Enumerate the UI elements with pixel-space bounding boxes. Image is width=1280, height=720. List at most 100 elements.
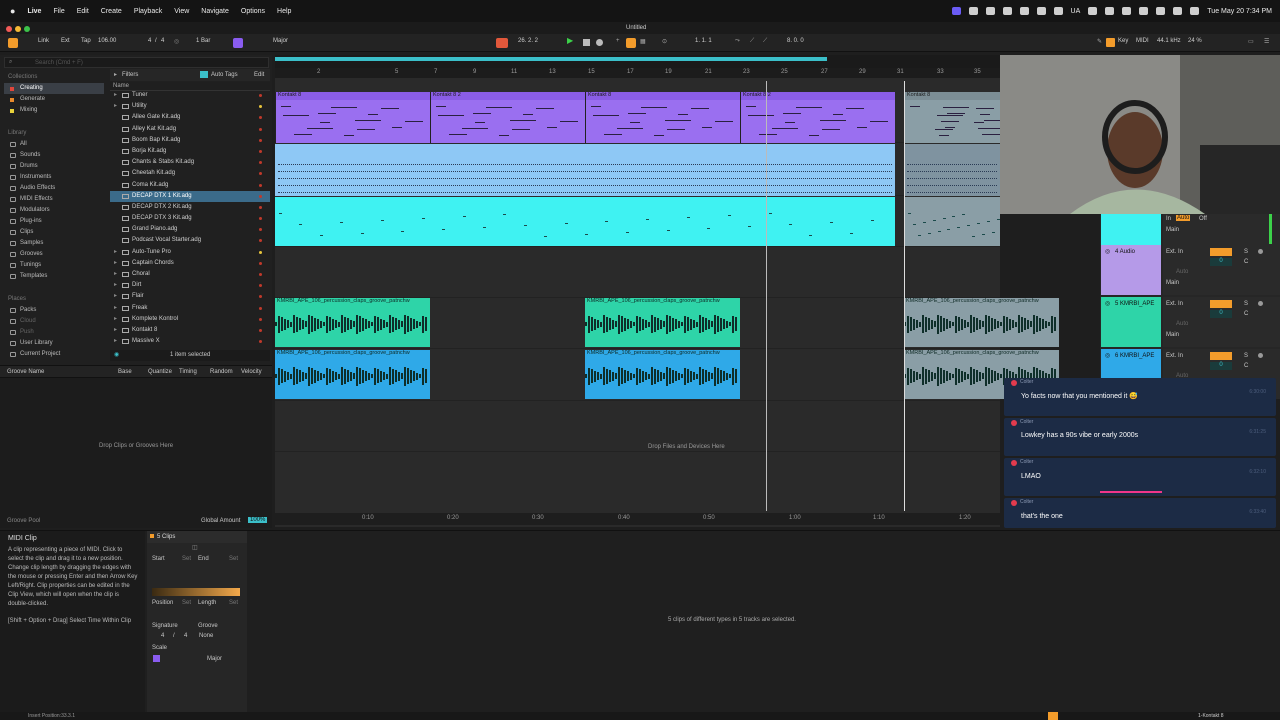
place-cloud[interactable]: Cloud	[4, 316, 104, 327]
end-set-button[interactable]: Set	[229, 556, 238, 562]
position-set-button[interactable]: Set	[182, 600, 191, 606]
browser-file-item[interactable]: Boom Bap Kit.adg	[110, 135, 270, 146]
length-set-button[interactable]: Set	[229, 600, 238, 606]
fold-icon[interactable]: ◎	[1105, 248, 1110, 255]
session-record-icon[interactable]: ⊙	[662, 38, 667, 45]
audio-clip[interactable]: KMRBI_APE_106_percussion_claps_groove_pa…	[275, 350, 430, 399]
expand-arrow-icon[interactable]: ▸	[114, 101, 117, 112]
menu-help[interactable]: Help	[277, 8, 291, 15]
draw-mode-icon[interactable]: ✎	[1097, 38, 1102, 45]
midi-clip[interactable]	[275, 197, 895, 246]
browser-file-item[interactable]: ▸ Freak	[110, 303, 270, 314]
place-push[interactable]: Push	[4, 327, 104, 338]
output-main-menu[interactable]: Main	[1166, 332, 1179, 338]
punch-out-icon[interactable]: ⟋	[763, 38, 767, 45]
browser-file-item[interactable]: ▸ Choral	[110, 269, 270, 280]
browser-file-item[interactable]: ▸ Captain Chords	[110, 258, 270, 269]
dashboard-icon[interactable]	[985, 7, 995, 15]
clip-activator-icon[interactable]: ◫	[192, 544, 198, 551]
expand-arrow-icon[interactable]: ▸	[114, 90, 117, 101]
preview-icon[interactable]: ◉	[114, 351, 119, 358]
collection-mixing[interactable]: Mixing	[4, 105, 104, 116]
name-column-header[interactable]: Name	[113, 83, 129, 89]
browser-file-item[interactable]: ▸ Massive X	[110, 336, 270, 347]
fold-icon[interactable]: ◎	[1105, 300, 1110, 307]
library-all[interactable]: All	[4, 139, 104, 150]
overdub-icon[interactable]: +	[616, 38, 620, 44]
control-center-icon[interactable]	[1190, 7, 1200, 15]
library-samples[interactable]: Samples	[4, 238, 104, 249]
grid-icon[interactable]	[1002, 7, 1012, 15]
loop-length[interactable]: 8. 0. 0	[787, 38, 804, 44]
monitor-auto-button[interactable]: Auto	[1176, 269, 1188, 275]
expand-arrow-icon[interactable]: ▸	[114, 336, 117, 347]
track-name[interactable]: 5 KMRBI_APE	[1115, 301, 1154, 307]
bluetooth-icon[interactable]	[1122, 7, 1132, 15]
monitor-auto-button[interactable]: Auto	[1176, 321, 1188, 327]
computer-midi-keyboard-icon[interactable]	[1106, 38, 1115, 47]
script-icon[interactable]	[1019, 7, 1029, 15]
track-lane[interactable]	[275, 401, 1000, 452]
solo-button[interactable]: S	[1244, 301, 1248, 307]
global-amount-value[interactable]: 100%	[248, 517, 268, 523]
automation-arm-icon[interactable]	[626, 38, 636, 48]
metronome-icon[interactable]: ◎	[174, 38, 179, 45]
clock[interactable]: Tue May 20 7:34 PM	[1207, 8, 1272, 15]
browser-file-item[interactable]: DECAP DTX 3 Kit.adg	[110, 213, 270, 224]
library-midi-effects[interactable]: MIDI Effects	[4, 194, 104, 205]
overview-bar[interactable]	[275, 55, 1000, 68]
midi-map-button[interactable]: MIDI	[1136, 38, 1149, 44]
browser-file-item[interactable]: ▸ Komplete Kontrol	[110, 314, 270, 325]
ext-sync-button[interactable]: Ext	[61, 38, 70, 44]
track-header[interactable]: 5 KMRBI_APE ◎	[1101, 297, 1161, 347]
track-name[interactable]: 6 KMRBI_APE	[1115, 353, 1154, 359]
track-name[interactable]: 4 Audio	[1115, 249, 1135, 255]
time-sig-num[interactable]: 4	[148, 38, 151, 44]
track-lane[interactable]	[275, 247, 1000, 298]
browser-file-item[interactable]: ▸ Flair	[110, 291, 270, 302]
expand-arrow-icon[interactable]: ▸	[114, 291, 117, 302]
tap-tempo-button[interactable]: Tap	[81, 38, 91, 44]
track-activator-icon[interactable]	[1210, 248, 1232, 256]
eye-icon[interactable]	[1088, 7, 1098, 15]
volume-field[interactable]: 0	[1210, 310, 1232, 318]
scale-toggle-icon[interactable]	[153, 655, 160, 662]
close-window-icon[interactable]	[6, 26, 12, 32]
library-templates[interactable]: Templates	[4, 271, 104, 282]
place-user-library[interactable]: User Library	[4, 338, 104, 349]
track-3-header[interactable]	[1101, 214, 1161, 245]
browser-file-item[interactable]: ▸ Utility	[110, 101, 270, 112]
volume-field[interactable]: 0	[1210, 362, 1232, 370]
browser-file-item[interactable]: ▸ Auto-Tune Pro	[110, 247, 270, 258]
monitor-off-button[interactable]: Off	[1199, 216, 1207, 222]
loop-start[interactable]: 1. 1. 1	[695, 38, 712, 44]
arm-record-icon[interactable]	[1258, 249, 1263, 254]
browser-file-item[interactable]: Coma Kit.adg	[110, 180, 270, 191]
signature-num[interactable]: 4	[161, 633, 164, 639]
audio-clip[interactable]: KMRBI_APE_106_percussion_claps_groove_pa…	[585, 298, 740, 347]
play-button-icon[interactable]: ▶	[567, 36, 573, 45]
library-grooves[interactable]: Grooves	[4, 249, 104, 260]
arm-record-icon[interactable]	[1258, 353, 1263, 358]
menu-file[interactable]: File	[53, 8, 64, 15]
browser-file-item[interactable]: ▸ Dirt	[110, 280, 270, 291]
volume-field[interactable]: 0	[1210, 258, 1232, 266]
midi-clip[interactable]	[275, 144, 895, 196]
library-audio-effects[interactable]: Audio Effects	[4, 183, 104, 194]
record-icon[interactable]	[1053, 7, 1063, 15]
options-icon[interactable]: ☰	[1264, 38, 1269, 45]
track-activator-icon[interactable]	[1210, 352, 1232, 360]
tempo-field[interactable]: 106.00	[98, 38, 116, 44]
edit-tags-button[interactable]: Edit	[254, 72, 264, 78]
track-header[interactable]: 4 Audio ◎	[1101, 245, 1161, 295]
screen-record-icon[interactable]	[951, 7, 961, 15]
system-icon[interactable]: ▭	[1248, 38, 1254, 45]
expand-arrow-icon[interactable]: ▸	[114, 280, 117, 291]
monitor-in-button[interactable]: In	[1166, 216, 1171, 222]
minimize-window-icon[interactable]	[15, 26, 21, 32]
library-sounds[interactable]: Sounds	[4, 150, 104, 161]
link-button[interactable]: Link	[38, 38, 49, 44]
library-tunings[interactable]: Tunings	[4, 260, 104, 271]
output-main-menu[interactable]: Main	[1166, 227, 1179, 233]
audio-clip[interactable]: KMRBI_APE_106_percussion_claps_groove_pa…	[904, 298, 1059, 347]
